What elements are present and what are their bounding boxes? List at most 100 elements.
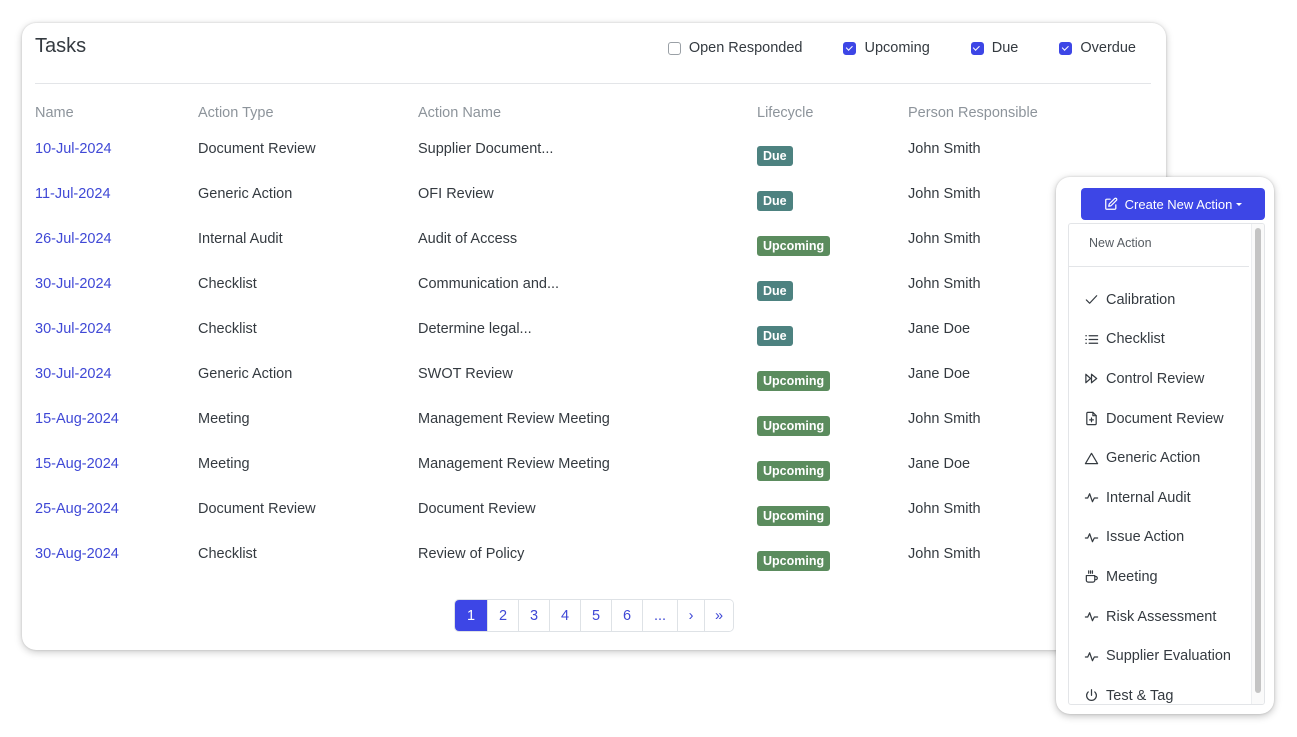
filter-due[interactable]: Due (970, 40, 1019, 56)
menu-item-control-review[interactable]: Control Review (1069, 359, 1264, 399)
menu-item-label: Risk Assessment (1106, 608, 1217, 625)
page-ellipsis-button[interactable]: ... (642, 600, 677, 631)
check-icon (1083, 292, 1099, 308)
filter-label: Due (991, 40, 1019, 56)
column-header-action-type[interactable]: Action Type (198, 105, 418, 141)
lifecycle-badge: Due (757, 146, 793, 166)
lifecycle-badge: Upcoming (757, 416, 831, 436)
lifecycle-badge: Upcoming (757, 371, 831, 391)
page-2-button[interactable]: 2 (487, 600, 518, 631)
cell-name: 26-Jul-2024 (35, 231, 198, 276)
tasks-table: Name Action Type Action Name Lifecycle P… (35, 105, 1148, 591)
cell-lifecycle: Due (757, 321, 908, 366)
column-header-lifecycle[interactable]: Lifecycle (757, 105, 908, 141)
cell-action-type: Checklist (198, 546, 257, 562)
last-page-button[interactable]: » (704, 600, 733, 631)
cell-action-type: Meeting (198, 411, 250, 427)
menu-item-risk-assessment[interactable]: Risk Assessment (1069, 597, 1264, 637)
create-action-popup: Create New Action New Action Calibration… (1056, 177, 1274, 714)
menu-item-label: Calibration (1106, 291, 1176, 308)
filter-overdue[interactable]: Overdue (1059, 40, 1136, 56)
task-date-link[interactable]: 15-Aug-2024 (35, 456, 119, 472)
cell-action-name: Communication and... (418, 276, 560, 292)
edit-icon (1104, 197, 1118, 210)
lifecycle-badge: Upcoming (757, 461, 831, 481)
file-plus-icon (1083, 411, 1099, 427)
checkbox-open-responded[interactable] (667, 41, 681, 55)
task-date-link[interactable]: 10-Jul-2024 (35, 141, 112, 157)
cell-action-name: Management Review Meeting (418, 411, 610, 427)
menu-item-label: Document Review (1106, 410, 1224, 427)
checkbox-upcoming[interactable] (843, 41, 857, 55)
filter-label: Overdue (1080, 40, 1136, 56)
task-date-link[interactable]: 30-Aug-2024 (35, 546, 119, 562)
lifecycle-badge: Due (757, 191, 793, 211)
create-new-action-button[interactable]: Create New Action (1081, 188, 1265, 220)
filter-label: Open Responded (688, 40, 803, 56)
task-date-link[interactable]: 25-Aug-2024 (35, 501, 119, 517)
table-row: 25-Aug-2024 Document Review Document Revie… (35, 501, 1148, 546)
menu-item-label: Issue Action (1106, 529, 1185, 546)
cell-name: 10-Jul-2024 (35, 141, 198, 186)
task-date-link[interactable]: 30-Jul-2024 (35, 321, 112, 337)
task-date-link[interactable]: 11-Jul-2024 (35, 186, 111, 202)
cell-action-name: SWOT Review (418, 366, 513, 382)
pagination: 1 2 3 4 5 6 ... › » (454, 599, 734, 632)
cell-name: 11-Jul-2024 (35, 186, 198, 231)
lifecycle-badge: Due (757, 281, 793, 301)
cell-action-type: Document Review (198, 141, 316, 157)
task-date-link[interactable]: 26-Jul-2024 (35, 231, 112, 247)
cell-action-name: OFI Review (418, 186, 494, 202)
cell-lifecycle: Upcoming (757, 546, 908, 591)
menu-item-test-tag[interactable]: Test & Tag (1069, 676, 1264, 704)
menu-item-issue-action[interactable]: Issue Action (1069, 518, 1264, 558)
cell-action-type: Generic Action (198, 366, 293, 382)
page-3-button[interactable]: 3 (518, 600, 549, 631)
table-header-row: Name Action Type Action Name Lifecycle P… (35, 105, 1148, 141)
menu-item-generic-action[interactable]: Generic Action (1069, 438, 1264, 478)
page-6-button[interactable]: 6 (611, 600, 642, 631)
menu-scrollbar[interactable] (1255, 228, 1261, 693)
cell-action-name: Management Review Meeting (418, 456, 610, 472)
menu-item-supplier-evaluation[interactable]: Supplier Evaluation (1069, 636, 1264, 676)
triangle-icon (1083, 450, 1099, 466)
menu-item-label: Control Review (1106, 370, 1205, 387)
cell-lifecycle: Upcoming (757, 411, 908, 456)
menu-item-label: Internal Audit (1106, 489, 1191, 506)
filter-upcoming[interactable]: Upcoming (843, 40, 930, 56)
cell-action-name: Determine legal... (418, 321, 532, 337)
menu-item-internal-audit[interactable]: Internal Audit (1069, 478, 1264, 518)
menu-item-document-review[interactable]: Document Review (1069, 399, 1264, 439)
checkbox-overdue[interactable] (1059, 41, 1073, 55)
cell-name: 25-Aug-2024 (35, 501, 198, 546)
table-row: 30-Jul-2024 Generic Action SWOT Review Upco… (35, 366, 1148, 411)
column-header-person-responsible[interactable]: Person Responsible (908, 105, 1148, 141)
table-row: 26-Jul-2024 Internal Audit Audit of Access… (35, 231, 1148, 276)
cell-action-name: Supplier Document... (418, 141, 554, 157)
checkbox-due[interactable] (970, 41, 984, 55)
list-icon (1083, 331, 1099, 347)
column-header-name[interactable]: Name (35, 105, 198, 141)
filter-open-responded[interactable]: Open Responded (667, 40, 803, 56)
menu-item-label: Meeting (1106, 568, 1158, 585)
filter-label: Upcoming (864, 40, 930, 56)
activity-icon (1083, 490, 1099, 506)
activity-icon (1083, 609, 1099, 625)
page-5-button[interactable]: 5 (580, 600, 611, 631)
task-date-link[interactable]: 15-Aug-2024 (35, 411, 119, 427)
lifecycle-filters: Open Responded Upcoming Due Overdue (667, 40, 1136, 56)
next-page-button[interactable]: › (677, 600, 704, 631)
lifecycle-badge: Due (757, 326, 793, 346)
menu-item-meeting[interactable]: Meeting (1069, 557, 1264, 597)
menu-item-calibration[interactable]: Calibration (1069, 280, 1264, 320)
menu-item-checklist[interactable]: Checklist (1069, 320, 1264, 360)
page-4-button[interactable]: 4 (549, 600, 580, 631)
cell-lifecycle: Due (757, 141, 908, 186)
cell-action-type: Checklist (198, 276, 257, 292)
task-date-link[interactable]: 30-Jul-2024 (35, 366, 112, 382)
task-date-link[interactable]: 30-Jul-2024 (35, 276, 112, 292)
lifecycle-badge: Upcoming (757, 551, 831, 571)
column-header-action-name[interactable]: Action Name (418, 105, 757, 141)
page-1-button[interactable]: 1 (455, 600, 487, 631)
menu-item-label: Checklist (1106, 331, 1165, 348)
